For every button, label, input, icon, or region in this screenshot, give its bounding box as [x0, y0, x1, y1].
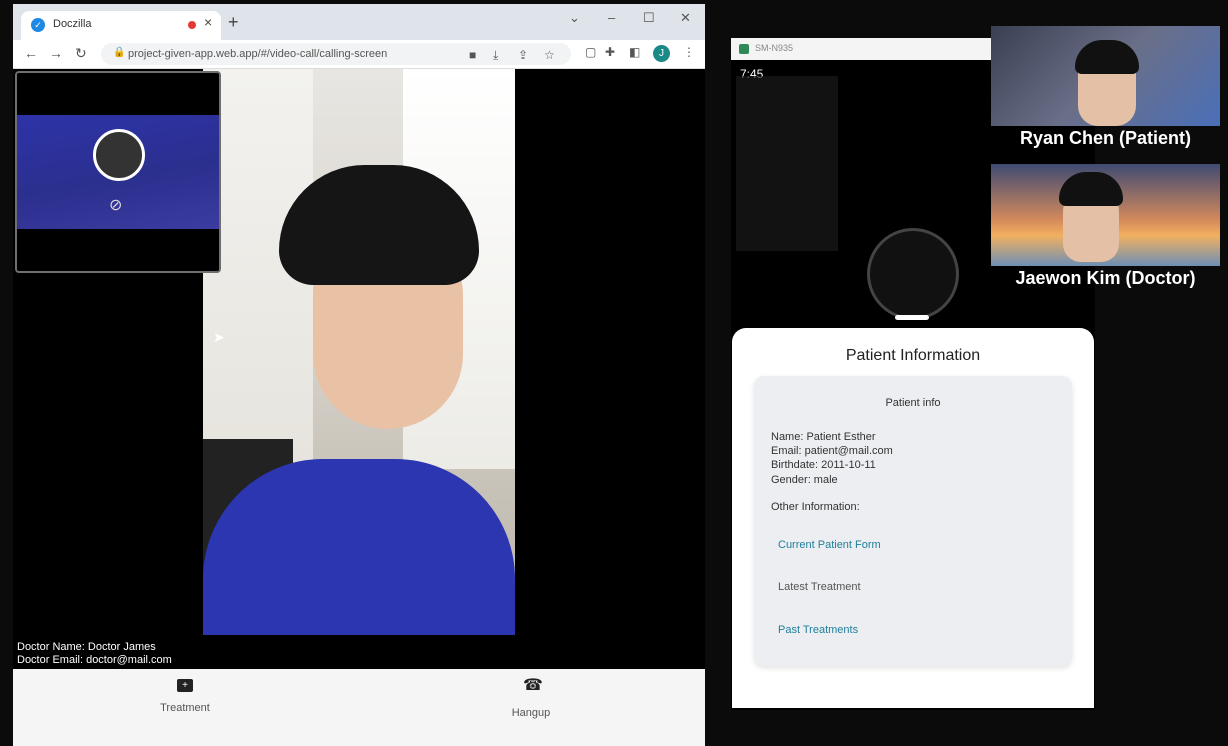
recording-indicator-icon [188, 21, 196, 29]
share-icon[interactable]: ⇪ [518, 48, 528, 62]
reload-icon[interactable]: ↻ [75, 45, 87, 62]
minimize-button[interactable]: – [608, 10, 615, 25]
patient-gender: Gender: male [771, 474, 838, 486]
participant-name-doctor: Jaewon Kim (Doctor) [1015, 268, 1196, 288]
obs-virtual-camera: ⊘ [17, 115, 219, 229]
window-close-button[interactable]: ✕ [680, 10, 691, 26]
phone-window-title: SM-N935 [755, 43, 794, 53]
patient-email: Email: patient@mail.com [771, 445, 893, 457]
remote-person-shirt [203, 459, 515, 635]
obs-logo-icon [867, 228, 959, 320]
patient-name: Name: Patient Esther [771, 431, 876, 443]
remote-video [203, 69, 515, 635]
favicon-icon: ✓ [31, 18, 45, 32]
bookmark-star-icon[interactable]: ☆ [544, 48, 555, 62]
phone-self-video [736, 76, 838, 251]
medical-kit-icon: + [177, 679, 193, 692]
browser-toolbar: ← → ↻ 🔒 project-given-app.web.app/#/vide… [13, 40, 705, 69]
new-tab-button[interactable]: + [228, 12, 239, 33]
kebab-menu-icon[interactable]: ⋮ [683, 45, 695, 59]
past-treatments-link[interactable]: Past Treatments [778, 624, 858, 636]
latest-treatment-link[interactable]: Latest Treatment [778, 581, 861, 593]
mirror-app-icon [739, 44, 749, 54]
web-content: ⊘ ➤ Doctor Name: Doctor James Doctor Ema… [13, 69, 705, 746]
sidepanel-icon[interactable]: ◧ [629, 45, 640, 59]
other-info-label: Other Information: [771, 501, 860, 513]
doctor-name: Doctor Name: Doctor James [17, 641, 156, 653]
tab-search-icon[interactable]: ⌄ [569, 10, 580, 26]
tab-doczilla[interactable]: ✓ Doczilla × [21, 11, 221, 40]
patient-info-card: Patient info Name: Patient Esther Email:… [754, 376, 1072, 666]
url-text: project-given-app.web.app/#/video-call/c… [128, 48, 388, 60]
browser-window: ✓ Doczilla × + ⌄ – ☐ ✕ ← → ↻ 🔒 project-g… [13, 4, 705, 746]
treatment-label: Treatment [160, 702, 210, 714]
tab-title: Doczilla [53, 18, 92, 30]
puzzle-icon[interactable]: ✚ [605, 45, 615, 59]
maximize-button[interactable]: ☐ [643, 10, 655, 26]
tab-close-icon[interactable]: × [204, 14, 212, 30]
profile-avatar[interactable]: J [653, 45, 670, 62]
patient-info-sheet: Patient Information Patient info Name: P… [732, 328, 1094, 708]
treatment-button[interactable]: + Treatment [123, 669, 247, 729]
card-title: Patient info [885, 397, 941, 409]
address-bar[interactable]: 🔒 project-given-app.web.app/#/video-call… [101, 43, 571, 65]
self-video-preview: ⊘ [15, 71, 221, 273]
mouse-cursor-icon: ➤ [213, 329, 225, 345]
install-icon[interactable]: ⤓ [493, 48, 498, 63]
patient-birthdate: Birthdate: 2011-10-11 [771, 459, 876, 471]
camera-icon[interactable]: ■ [469, 48, 476, 62]
forward-icon[interactable]: → [49, 45, 63, 61]
participant-video-patient [991, 26, 1220, 126]
participant-video-doctor [991, 164, 1220, 266]
tab-strip: ✓ Doczilla × + ⌄ – ☐ ✕ [13, 4, 705, 40]
current-patient-form-link[interactable]: Current Patient Form [778, 539, 881, 551]
obs-logo-icon [93, 129, 145, 181]
call-action-bar: + Treatment ☎ Hangup [13, 669, 705, 746]
back-icon[interactable]: ← [24, 45, 38, 61]
hangup-label: Hangup [511, 707, 551, 719]
doctor-hair [1059, 172, 1123, 206]
hangup-button[interactable]: ☎ Hangup [469, 669, 593, 729]
sheet-title: Patient Information [845, 347, 981, 364]
patient-hair [1075, 40, 1139, 74]
participant-name-patient: Ryan Chen (Patient) [1019, 128, 1192, 148]
extension-icon[interactable]: ▢ [585, 45, 596, 59]
lock-icon: 🔒 [113, 47, 126, 58]
sheet-drag-handle[interactable] [895, 315, 929, 320]
video-off-icon: ⊘ [109, 197, 123, 214]
phone-hangup-icon: ☎ [523, 677, 543, 694]
doctor-email: Doctor Email: doctor@mail.com [17, 654, 172, 666]
